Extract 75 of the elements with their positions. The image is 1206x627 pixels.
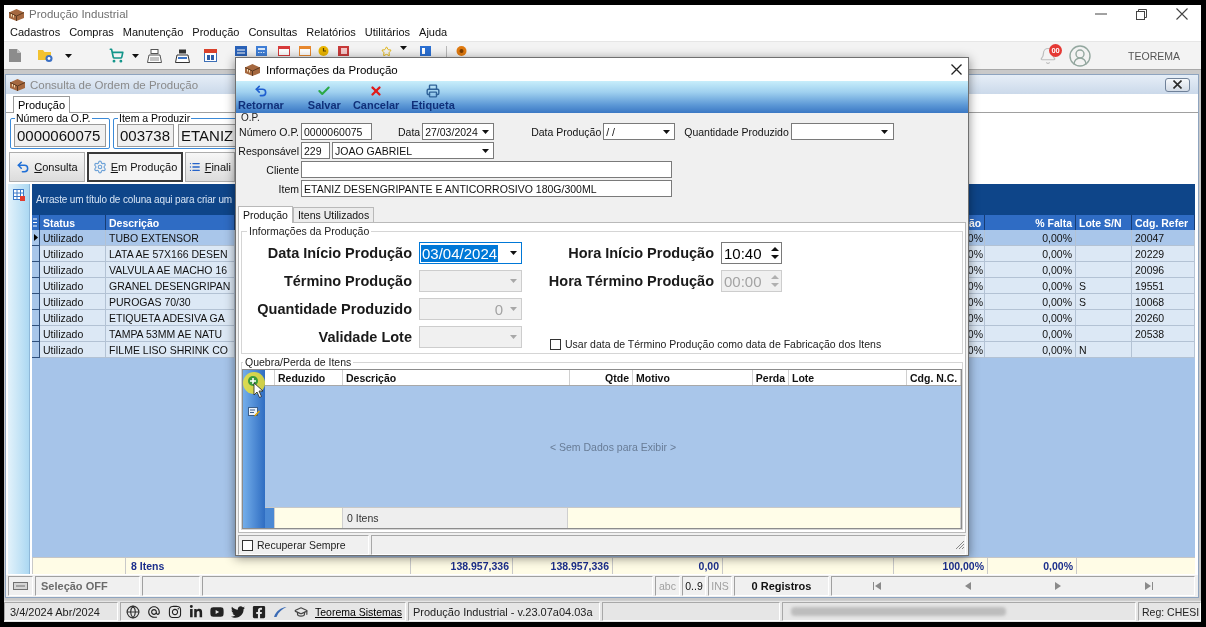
field-label: Quantidade Produzido — [684, 125, 789, 138]
field-label: Hora Término Produção — [548, 273, 714, 289]
table-cell: Utilizado — [43, 343, 84, 356]
table-cell: S — [1079, 295, 1086, 308]
summary-cell: 0,00% — [1043, 560, 1073, 572]
table-cell: PUROGAS 70/30 — [109, 295, 191, 308]
summary-cell: 100,00% — [942, 560, 984, 572]
date-text: 3/4/2024 Abr/2024 — [10, 605, 100, 618]
table-cell: 0,00% — [1042, 295, 1072, 308]
table-cell: Utilizado — [43, 279, 84, 292]
table-cell: 10068 — [1135, 295, 1165, 308]
group-label: Quebra/Perda de Itens — [244, 356, 353, 368]
table-cell: 0,00% — [1042, 327, 1072, 340]
mode-indicator: 0..9 — [685, 580, 703, 592]
table-cell: Utilizado — [43, 263, 84, 276]
field-label: Validade Lote — [318, 329, 412, 345]
table-cell: 0,00% — [1042, 247, 1072, 260]
table-cell: 19551 — [1135, 279, 1165, 292]
table-cell: Utilizado — [43, 231, 84, 244]
table-cell: N — [1079, 343, 1087, 356]
dialog-title: Informações da Produção — [266, 63, 398, 76]
table-cell: 0,00% — [1042, 343, 1072, 356]
window-title: Consulta de Ordem de Produção — [30, 78, 199, 91]
table-cell: 20538 — [1135, 327, 1165, 340]
group-label: Item a Produzir — [118, 113, 192, 124]
table-cell: ETIQUETA ADESIVA GA — [109, 311, 225, 324]
record-count: 0 Registros — [751, 580, 812, 592]
table-cell: VALVULA AE MACHO 16 — [109, 263, 228, 276]
table-cell: Utilizado — [43, 247, 84, 260]
field-label: Quantidade Produzido — [257, 301, 412, 317]
summary-cell: 0,00 — [698, 560, 719, 572]
table-cell: GRANEL DESENGRIPAN — [109, 279, 231, 292]
table-cell: 0,00% — [1042, 263, 1072, 276]
window-title: Produção Industrial — [29, 8, 129, 20]
checkbox-label: Usar data de Término Produção como data de Fabricação dos Itens — [565, 338, 882, 350]
summary-cell: 138.957,336 — [450, 560, 509, 572]
field-label: Data Produção — [531, 125, 602, 138]
selection-status: Seleção OFF — [41, 580, 108, 592]
field-label: Término Produção — [283, 273, 412, 289]
registration-text: Reg: CHESI — [1142, 605, 1200, 618]
field-label: Cliente — [265, 163, 299, 176]
summary-cell: 138.957,336 — [550, 560, 609, 572]
table-cell: 20260 — [1135, 311, 1165, 324]
table-cell: 0,00% — [1042, 279, 1072, 292]
field-label: Número O.P. — [238, 125, 299, 138]
field-label: Data — [398, 125, 421, 138]
group-label: O.P. — [241, 113, 260, 122]
field-label: Hora Início Produção — [568, 245, 714, 261]
group-by-hint: Arraste um título de coluna aqui para criar um — [36, 194, 232, 205]
table-cell: Utilizado — [43, 311, 84, 324]
field-label: Data Início Produção — [267, 245, 412, 261]
table-cell: 20096 — [1135, 263, 1165, 276]
mode-indicator: INS — [711, 580, 729, 592]
group-label: Número da O.P. — [15, 113, 92, 124]
empty-message: < Sem Dados para Exibir > — [549, 440, 677, 453]
group-label: Informações da Produção — [248, 225, 371, 237]
table-cell: S — [1079, 279, 1086, 292]
table-cell: 0,00% — [1042, 231, 1072, 244]
field-label: Item — [277, 182, 299, 195]
table-cell: Utilizado — [43, 327, 84, 340]
mode-indicator: abc — [659, 580, 676, 592]
table-cell: FILME LISO SHRINK CO — [109, 343, 229, 356]
table-cell: Utilizado — [43, 295, 84, 308]
summary-cell: 8 Itens — [131, 560, 165, 572]
checkbox-label: Recuperar Sempre — [257, 539, 346, 551]
user-name: TEOREMA — [1128, 49, 1180, 62]
table-cell: TAMPA 53MM AE NATU — [109, 327, 223, 340]
table-cell: 20229 — [1135, 247, 1165, 260]
version-text: Produção Industrial - v.23.07a04.03a — [413, 605, 593, 618]
field-label: Responsável — [238, 144, 299, 157]
table-cell: 20047 — [1135, 231, 1165, 244]
item-count: 0 Itens — [347, 512, 379, 524]
table-cell: LATA AE 57X166 DESEN — [109, 247, 228, 260]
table-cell: 0,00% — [1042, 311, 1072, 324]
table-cell: TUBO EXTENSOR — [109, 231, 199, 244]
